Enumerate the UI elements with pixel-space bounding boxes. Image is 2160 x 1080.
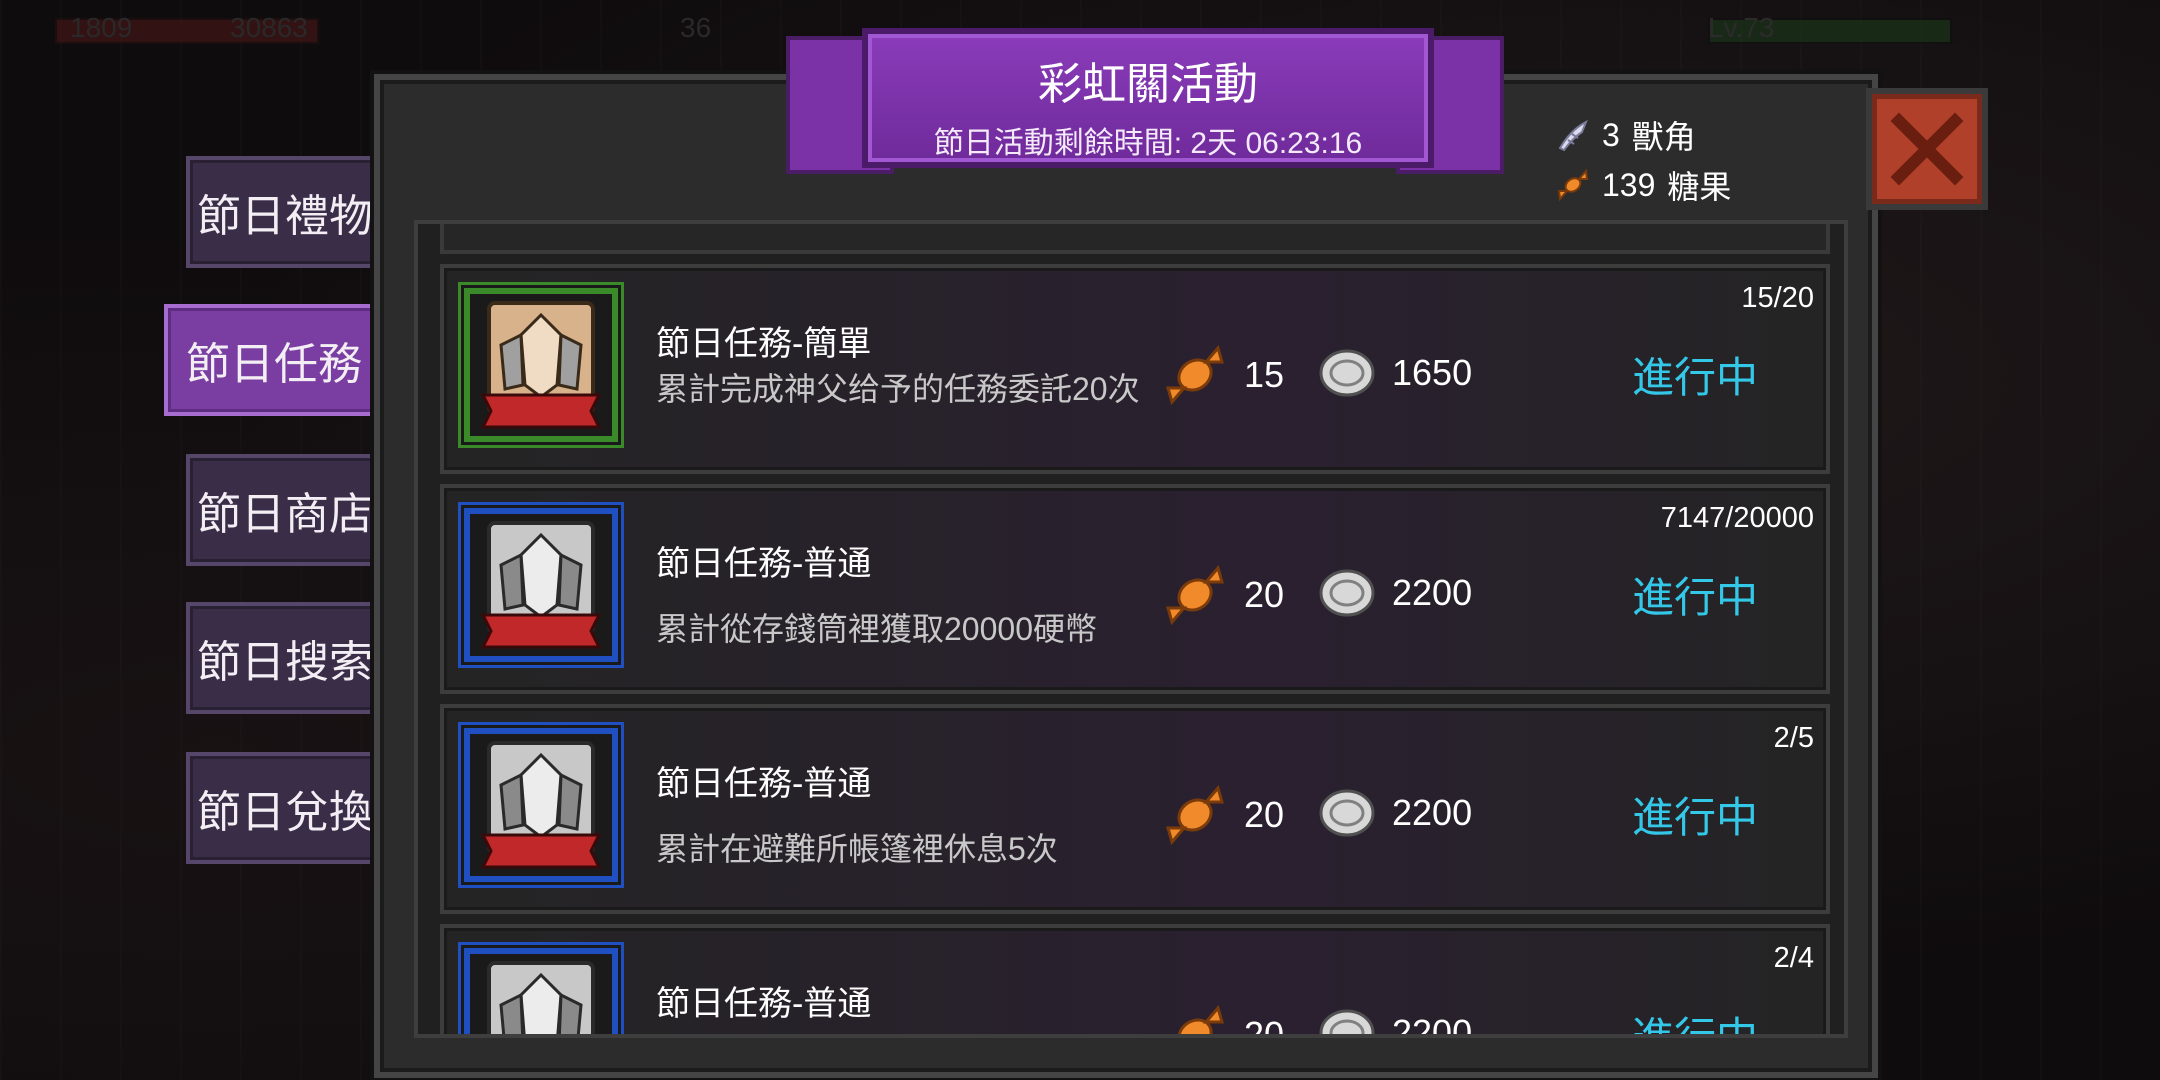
task-list-viewport[interactable]: 節日任務-簡單 累計完成神父给予的任務委託20次 15/20 15 1650 進… bbox=[414, 220, 1848, 1038]
task-name: 節日任務-普通 bbox=[656, 545, 872, 583]
task-card: 節日任務-普通 累計從存錢筒裡獲取20000硬幣 7147/20000 20 2… bbox=[440, 484, 1830, 694]
tab-festival-shop[interactable]: 節日商店 bbox=[186, 454, 384, 566]
close-button[interactable] bbox=[1866, 88, 1988, 210]
event-title: 彩虹關活動 bbox=[1038, 60, 1258, 109]
tab-festival-search[interactable]: 節日搜索 bbox=[186, 602, 384, 714]
task-description: 累計完成神父给予的任務委託20次 bbox=[656, 371, 1140, 407]
event-window: 節日任務-簡單 累計完成神父给予的任務委託20次 15/20 15 1650 進… bbox=[374, 74, 1878, 1078]
candy-amount: 20 bbox=[1244, 794, 1285, 835]
coin-reward: 2200 bbox=[1314, 560, 1472, 626]
tab-festival-gift[interactable]: 節日禮物 bbox=[186, 156, 384, 268]
task-status[interactable]: 進行中 bbox=[1632, 564, 1758, 625]
tab-label: 節日兌換 bbox=[197, 788, 373, 837]
candy-amount: 139 bbox=[1602, 166, 1656, 203]
task-name: 節日任務-普通 bbox=[656, 765, 872, 803]
hp-max: 30863 bbox=[230, 12, 308, 43]
coin-amount: 2200 bbox=[1392, 792, 1473, 833]
task-progress: 15/20 bbox=[1741, 282, 1814, 314]
task-name: 節日任務-簡單 bbox=[656, 325, 872, 363]
candy-amount: 15 bbox=[1244, 354, 1285, 395]
coin-amount: 1650 bbox=[1392, 352, 1473, 393]
silver-coin-icon bbox=[1319, 569, 1375, 617]
coin-amount: 2200 bbox=[1392, 572, 1473, 613]
bronze-eagle-badge-icon bbox=[458, 282, 624, 448]
horn-icon bbox=[1558, 119, 1588, 152]
task-status[interactable]: 進行中 bbox=[1632, 784, 1758, 845]
event-title-banner: 彩虹關活動 節日活動剩餘時間: 2天 06:23:16 bbox=[862, 28, 1434, 168]
task-status[interactable]: 進行中 bbox=[1632, 344, 1758, 405]
silver-coin-icon bbox=[1319, 789, 1375, 837]
silver-eagle-badge-icon bbox=[458, 502, 624, 668]
event-timer: 節日活動剩餘時間: 2天 06:23:16 bbox=[933, 127, 1363, 160]
candy-reward: 20 bbox=[1160, 780, 1284, 850]
candy-icon bbox=[1177, 1004, 1224, 1034]
silver-eagle-badge-icon bbox=[458, 942, 624, 1034]
coin-reward: 2200 bbox=[1314, 1000, 1473, 1038]
tab-label: 節日任務 bbox=[186, 340, 362, 389]
candy-icon bbox=[1166, 784, 1224, 846]
candy-icon bbox=[1557, 168, 1589, 202]
silver-coin-icon bbox=[1319, 349, 1375, 397]
task-description: 累計從存錢筒裡獲取20000硬幣 bbox=[656, 611, 1097, 647]
horn-currency: 3 獸角 bbox=[1556, 112, 1696, 158]
candy-reward: 15 bbox=[1160, 340, 1284, 410]
close-icon bbox=[1890, 112, 1964, 186]
coin-amount: 2200 bbox=[1392, 1012, 1473, 1038]
tab-festival-tasks[interactable]: 節日任務 bbox=[164, 304, 384, 416]
task-progress: 2/5 bbox=[1773, 722, 1814, 754]
candy-name: 糖果 bbox=[1667, 169, 1732, 205]
task-description: 累計在避難所帳篷裡休息5次 bbox=[656, 831, 1058, 867]
tab-label: 節日搜索 bbox=[197, 638, 373, 687]
horn-name: 獸角 bbox=[1631, 119, 1696, 155]
task-card: 節日任務-普通 累計在避難所帳篷裡休息5次 2/5 20 2200 進行中 bbox=[440, 704, 1830, 914]
candy-reward: 20 bbox=[1160, 1000, 1285, 1038]
silver-eagle-badge-icon bbox=[458, 722, 624, 888]
task-progress: 2/4 bbox=[1773, 942, 1814, 974]
candy-amount: 20 bbox=[1244, 1014, 1285, 1038]
task-name: 節日任務-普通 bbox=[656, 985, 872, 1023]
candy-reward: 20 bbox=[1160, 560, 1284, 630]
coin-reward: 1650 bbox=[1314, 340, 1472, 406]
hp-value: 1809 bbox=[70, 12, 133, 43]
task-status[interactable]: 進行中 bbox=[1632, 1004, 1758, 1034]
coin-reward: 2200 bbox=[1314, 780, 1472, 846]
task-card: 節日任務-簡單 累計完成神父给予的任務委託20次 15/20 15 1650 進… bbox=[440, 264, 1830, 474]
horn-amount: 3 bbox=[1602, 116, 1620, 153]
candy-amount: 20 bbox=[1244, 574, 1285, 615]
task-list-top-edge bbox=[440, 224, 1830, 254]
candy-icon bbox=[1166, 564, 1224, 626]
candy-currency: 139 糖果 bbox=[1556, 162, 1731, 208]
candy-icon bbox=[1166, 344, 1224, 406]
task-card: 節日任務-普通 2/4 20 2200 進行中 bbox=[440, 924, 1830, 1038]
silver-coin-icon bbox=[1319, 1009, 1375, 1034]
tab-festival-exchange[interactable]: 節日兌換 bbox=[186, 752, 384, 864]
tab-label: 節日商店 bbox=[197, 490, 373, 539]
tab-label: 節日禮物 bbox=[197, 192, 373, 241]
hud-counter: 36 bbox=[680, 12, 712, 43]
task-progress: 7147/20000 bbox=[1660, 502, 1814, 534]
level-label: Lv.73 bbox=[1708, 12, 1775, 43]
